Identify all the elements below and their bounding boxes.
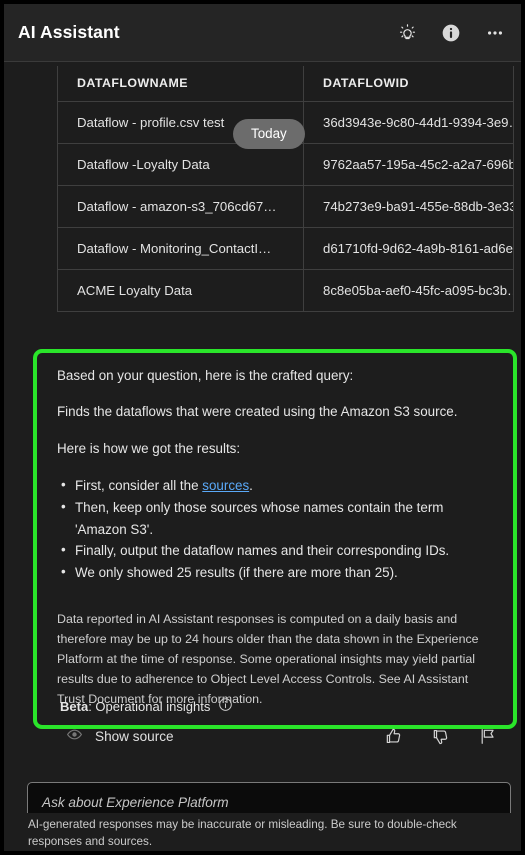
table-row: Dataflow - Monitoring_ContactI… d61710fd…: [57, 227, 514, 270]
footer-disclaimer: AI-generated responses may be inaccurate…: [28, 818, 457, 849]
panel-footer: AI-generated responses may be inaccurate…: [0, 813, 525, 855]
list-item: Finally, output the dataflow names and t…: [57, 539, 495, 562]
composer-input[interactable]: Ask about Experience Platform: [42, 795, 496, 810]
cell-dataflow-id: 9762aa57-195a-45c2-a2a7-696b…: [303, 143, 514, 186]
flag-icon[interactable]: [477, 726, 497, 746]
answer-data-disclaimer: Data reported in AI Assistant responses …: [57, 611, 479, 707]
more-icon[interactable]: [483, 21, 507, 45]
thumbs-up-icon[interactable]: [383, 726, 403, 746]
message-composer[interactable]: Ask about Experience Platform +: [27, 782, 511, 814]
answer-intro: Based on your question, here is the craf…: [57, 368, 354, 383]
page-title: AI Assistant: [18, 22, 120, 42]
cell-dataflow-id: 36d3943e-9c80-44d1-9394-3e9…: [303, 101, 514, 144]
table-row: Dataflow -Loyalty Data 9762aa57-195a-45c…: [57, 143, 514, 186]
lightbulb-icon[interactable]: [395, 21, 419, 45]
cell-dataflow-name: Dataflow -Loyalty Data: [57, 143, 304, 186]
top-divider: [4, 61, 521, 62]
show-source-label: Show source: [95, 728, 174, 744]
step-text-suffix: .: [249, 478, 253, 494]
cell-dataflow-name: Dataflow - Monitoring_ContactI…: [57, 227, 304, 270]
step-text-prefix: Finally, output the dataflow names and t…: [75, 543, 450, 559]
answer-summary: Finds the dataflows that were created us…: [57, 404, 458, 420]
eye-icon: [66, 726, 83, 746]
ai-assistant-panel: AI Assistant DATAFLOWNAME DATAFLOWID Dat…: [0, 0, 525, 855]
cell-dataflow-id: d61710fd-9d62-4a9b-8161-ad6ef…: [303, 227, 514, 270]
list-item: First, consider all the sources.: [57, 474, 495, 497]
panel-header: AI Assistant: [0, 4, 525, 61]
thumbs-down-icon[interactable]: [430, 726, 450, 746]
column-header-dataflowid: DATAFLOWID: [303, 66, 514, 102]
results-table-container: DATAFLOWNAME DATAFLOWID Dataflow - profi…: [57, 66, 514, 312]
results-table: DATAFLOWNAME DATAFLOWID Dataflow - profi…: [57, 66, 514, 312]
table-header-row: DATAFLOWNAME DATAFLOWID: [57, 66, 514, 102]
list-item: We only showed 25 results (if there are …: [57, 561, 495, 584]
step-text-prefix: Then, keep only those sources whose name…: [75, 500, 444, 537]
header-actions: [395, 21, 507, 45]
answer-actions-row: Show source: [66, 726, 497, 746]
beta-description: Operational insights: [95, 698, 211, 714]
assistant-answer-card: Based on your question, here is the craf…: [33, 349, 517, 730]
answer-steps-heading: Here is how we got the results:: [57, 440, 241, 456]
step-text-prefix: First, consider all the: [75, 478, 203, 494]
cell-dataflow-name: Dataflow - amazon-s3_706cd67…: [57, 185, 304, 228]
show-source-button[interactable]: Show source: [66, 726, 174, 746]
column-header-dataflowname: DATAFLOWNAME: [57, 66, 304, 102]
sources-link[interactable]: sources: [202, 478, 249, 493]
beta-text: Beta: Operational insights: [60, 699, 210, 714]
feedback-icons: [383, 726, 497, 746]
cell-dataflow-id: 8c8e05ba-aef0-45fc-a095-bc3b…: [303, 269, 514, 312]
cell-dataflow-id: 74b273e9-ba91-455e-88db-3e33…: [303, 185, 514, 228]
beta-bold-label: Beta: [60, 698, 89, 714]
answer-steps-list: First, consider all the sources. Then, k…: [57, 474, 495, 584]
step-text-prefix: We only showed 25 results (if there are …: [75, 565, 398, 581]
conversation-scroll-area[interactable]: DATAFLOWNAME DATAFLOWID Dataflow - profi…: [0, 61, 525, 814]
info-icon[interactable]: [439, 21, 463, 45]
beta-info-icon[interactable]: [218, 697, 233, 715]
beta-label-row: Beta: Operational insights: [60, 697, 233, 715]
date-separator-badge: Today: [233, 119, 305, 149]
list-item: Then, keep only those sources whose name…: [57, 496, 495, 540]
table-row: ACME Loyalty Data 8c8e05ba-aef0-45fc-a09…: [57, 269, 514, 312]
table-row: Dataflow - amazon-s3_706cd67… 74b273e9-b…: [57, 185, 514, 228]
cell-dataflow-name: ACME Loyalty Data: [57, 269, 304, 312]
